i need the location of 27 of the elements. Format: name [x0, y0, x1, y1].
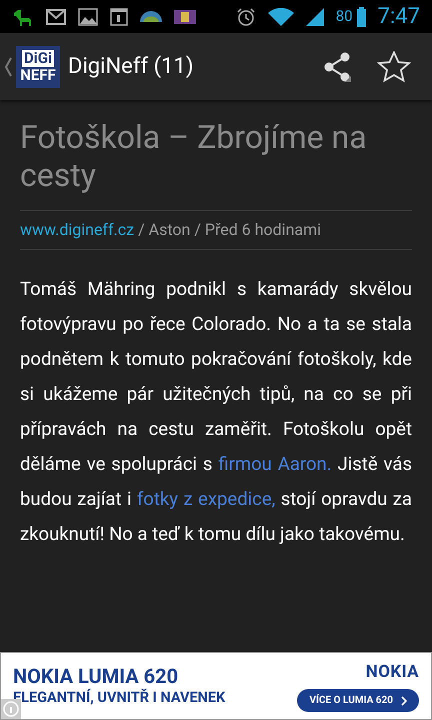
- clock: 7:47: [378, 3, 420, 31]
- mail-icon: [46, 8, 66, 24]
- battery-icon: [356, 6, 366, 26]
- back-home-button[interactable]: DiGi NEFF: [0, 46, 60, 88]
- alarm-icon: [236, 6, 256, 26]
- article-title: Fotoškola – Zbrojíme na cesty: [20, 118, 368, 194]
- star-icon: [377, 50, 411, 82]
- app-logo: DiGi NEFF: [16, 46, 60, 88]
- share-icon: [323, 52, 351, 82]
- battery-level: 80: [336, 6, 353, 28]
- screen-title: DigiNeff (11): [68, 53, 195, 81]
- chevron-icon: [401, 696, 407, 706]
- ad-banner[interactable]: NOKIA LUMIA 620 ELEGANTNÍ, UVNITŘ I NAVENEK NOKIA VÍCE O LUMIA 620: [0, 652, 432, 720]
- ad-tagline: ELEGANTNÍ, UVNITŘ I NAVENEK: [13, 689, 226, 708]
- article-meta: www.digineff.cz / Aston / Před 6 hodinami: [20, 220, 322, 239]
- inline-link[interactable]: firmou Aaron.: [218, 453, 332, 475]
- image-icon: [78, 8, 98, 26]
- wifi-icon: [268, 8, 294, 26]
- inline-link[interactable]: fotky z expedice,: [136, 488, 276, 510]
- ad-cta-button[interactable]: VÍCE O LUMIA 620: [297, 689, 419, 712]
- article-body: Tomáš Mähring podnikl s kamarády skvělou fotovýpravu po řece Colorado. No a ta se stala podnětem k tomuto pokračování fotoškoly, kde si ukážeme pár užitečných tipů, na co se při přípravách na cestu zaměřit. Fotoškolu opět děláme ve spolupráci s firmou Aaron. Jistě vás budou zajíat i fotky z expedice, stojí opravdu za zkouknutí! No a teď k tomu dílu jako takovému.: [20, 277, 412, 547]
- signal-icon: [306, 8, 324, 26]
- back-icon: [4, 56, 12, 76]
- ad-headline: NOKIA LUMIA 620: [13, 664, 180, 688]
- source-link[interactable]: www.digineff.cz: [20, 220, 134, 239]
- calendar-icon: [110, 8, 128, 26]
- brand-logo: NOKIA: [366, 660, 419, 684]
